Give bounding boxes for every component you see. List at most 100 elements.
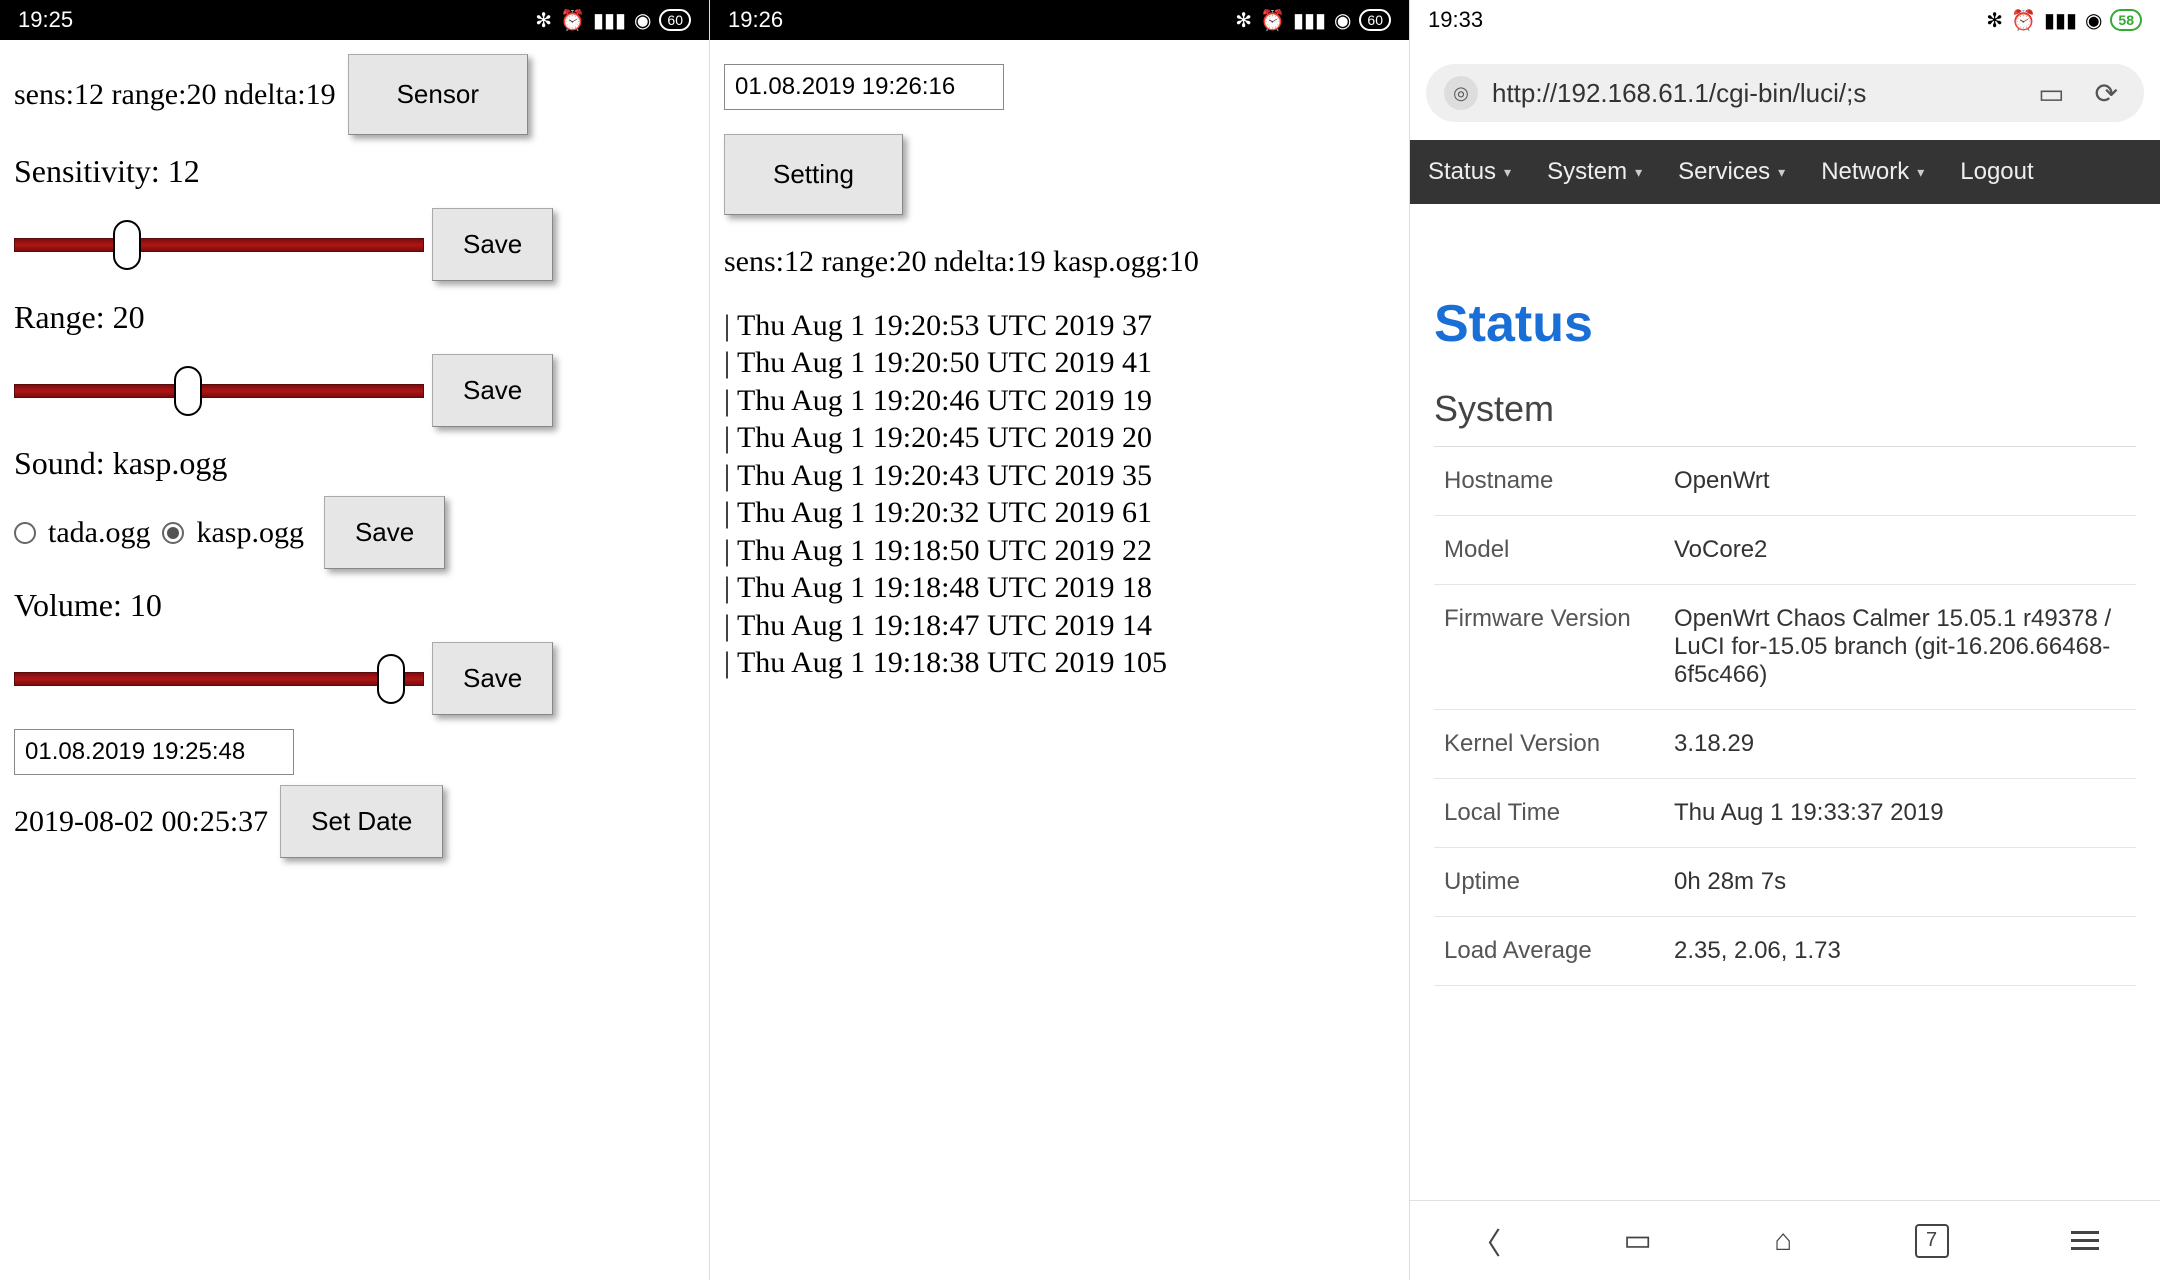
table-value: 3.18.29	[1674, 730, 2126, 758]
set-date-button[interactable]: Set Date	[280, 785, 443, 858]
statusbar-mid: 19:26 ✻ ⏰ ▮▮▮ ◉ 60	[710, 0, 1409, 40]
log-line: | Thu Aug 1 19:18:50 UTC 2019 22	[724, 532, 1395, 570]
radio-kasp[interactable]	[162, 522, 184, 544]
radio-kasp-label: kasp.ogg	[196, 516, 304, 550]
sensor-button[interactable]: Sensor	[348, 54, 528, 135]
clock: 19:26	[728, 7, 783, 33]
page-title: Status	[1434, 294, 2136, 354]
date-input[interactable]	[14, 729, 294, 775]
radio-tada[interactable]	[14, 522, 36, 544]
reload-icon[interactable]: ⟳	[2087, 77, 2126, 110]
section-title: System	[1434, 388, 2136, 430]
system-table: HostnameOpenWrtModelVoCore2Firmware Vers…	[1434, 446, 2136, 986]
volume-slider[interactable]	[14, 659, 424, 699]
setting-button[interactable]: Setting	[724, 134, 903, 215]
range-label: Range: 20	[14, 299, 695, 336]
back-icon[interactable]: 〈	[1471, 1219, 1501, 1263]
table-row: HostnameOpenWrt	[1434, 447, 2136, 516]
table-row: Kernel Version3.18.29	[1434, 710, 2136, 779]
panel-sensor-config: 19:25 ✻ ⏰ ▮▮▮ ◉ 60 sens:12 range:20 ndel…	[0, 0, 710, 1280]
panel-log: 19:26 ✻ ⏰ ▮▮▮ ◉ 60 Setting sens:12 range…	[710, 0, 1410, 1280]
sensitivity-label: Sensitivity: 12	[14, 153, 695, 190]
clock: 19:33	[1428, 7, 1483, 33]
table-value: 0h 28m 7s	[1674, 868, 2126, 896]
table-key: Hostname	[1444, 467, 1674, 495]
wifi-icon: ◉	[2085, 8, 2102, 33]
table-key: Uptime	[1444, 868, 1674, 896]
site-icon: ◎	[1444, 76, 1478, 110]
log-line: | Thu Aug 1 19:18:47 UTC 2019 14	[724, 607, 1395, 645]
nav-status[interactable]: Status▾	[1410, 158, 1529, 186]
signal-icon: ▮▮▮	[2044, 8, 2077, 33]
status-icons: ✻ ⏰ ▮▮▮ ◉ 60	[535, 8, 691, 33]
bookmarks-icon[interactable]: ▭	[1623, 1223, 1651, 1258]
statusbar-left: 19:25 ✻ ⏰ ▮▮▮ ◉ 60	[0, 0, 709, 40]
mid-date-input[interactable]	[724, 64, 1004, 110]
table-value: 2.35, 2.06, 1.73	[1674, 937, 2126, 965]
save-range-button[interactable]: Save	[432, 354, 553, 427]
wifi-icon: ◉	[1334, 8, 1351, 33]
table-value: VoCore2	[1674, 536, 2126, 564]
table-value: Thu Aug 1 19:33:37 2019	[1674, 799, 2126, 827]
chevron-down-icon: ▾	[1917, 164, 1924, 181]
browser-bottom-bar: 〈 ▭ ⌂ 7	[1410, 1200, 2160, 1280]
signal-icon: ▮▮▮	[1293, 8, 1326, 33]
table-value: OpenWrt Chaos Calmer 15.05.1 r49378 / Lu…	[1674, 605, 2126, 689]
home-icon[interactable]: ⌂	[1774, 1224, 1792, 1258]
reader-icon[interactable]: ▭	[2030, 77, 2072, 110]
volume-label: Volume: 10	[14, 587, 695, 624]
nav-system[interactable]: System▾	[1529, 158, 1660, 186]
table-row: Local TimeThu Aug 1 19:33:37 2019	[1434, 779, 2136, 848]
chevron-down-icon: ▾	[1504, 164, 1511, 181]
log-line: | Thu Aug 1 19:20:32 UTC 2019 61	[724, 494, 1395, 532]
log-line: | Thu Aug 1 19:20:43 UTC 2019 35	[724, 457, 1395, 495]
table-key: Kernel Version	[1444, 730, 1674, 758]
sensitivity-slider[interactable]	[14, 225, 424, 265]
table-row: ModelVoCore2	[1434, 516, 2136, 585]
table-value: OpenWrt	[1674, 467, 2126, 495]
table-row: Uptime0h 28m 7s	[1434, 848, 2136, 917]
tabs-button[interactable]: 7	[1915, 1224, 1949, 1258]
log-line: | Thu Aug 1 19:20:50 UTC 2019 41	[724, 344, 1395, 382]
status-icons: ✻ ⏰ ▮▮▮ ◉ 60	[1235, 8, 1391, 33]
mid-summary: sens:12 range:20 ndelta:19 kasp.ogg:10	[724, 243, 1395, 281]
summary-text: sens:12 range:20 ndelta:19	[14, 78, 336, 112]
table-key: Firmware Version	[1444, 605, 1674, 689]
table-row: Load Average2.35, 2.06, 1.73	[1434, 917, 2136, 986]
bluetooth-icon: ✻	[535, 8, 552, 33]
table-key: Local Time	[1444, 799, 1674, 827]
battery-badge: 60	[1359, 9, 1391, 31]
nav-services[interactable]: Services▾	[1660, 158, 1803, 186]
save-sensitivity-button[interactable]: Save	[432, 208, 553, 281]
url-bar[interactable]: ◎ http://192.168.61.1/cgi-bin/luci/;s ▭ …	[1426, 64, 2144, 122]
sound-label: Sound: kasp.ogg	[14, 445, 695, 482]
battery-badge: 58	[2110, 9, 2142, 31]
chevron-down-icon: ▾	[1778, 164, 1785, 181]
menu-icon[interactable]	[2071, 1231, 2099, 1250]
table-row: Firmware VersionOpenWrt Chaos Calmer 15.…	[1434, 585, 2136, 710]
nav-logout[interactable]: Logout	[1942, 158, 2051, 186]
table-key: Load Average	[1444, 937, 1674, 965]
date-display: 2019-08-02 00:25:37	[14, 805, 268, 839]
range-slider[interactable]	[14, 371, 424, 411]
log-line: | Thu Aug 1 19:20:45 UTC 2019 20	[724, 419, 1395, 457]
alarm-icon: ⏰	[1260, 8, 1285, 33]
radio-tada-label: tada.ogg	[48, 516, 150, 550]
bluetooth-icon: ✻	[1235, 8, 1252, 33]
log-line: | Thu Aug 1 19:20:53 UTC 2019 37	[724, 307, 1395, 345]
wifi-icon: ◉	[634, 8, 651, 33]
battery-badge: 60	[659, 9, 691, 31]
luci-navbar: Status▾ System▾ Services▾ Network▾ Logou…	[1410, 140, 2160, 204]
table-key: Model	[1444, 536, 1674, 564]
save-sound-button[interactable]: Save	[324, 496, 445, 569]
status-icons: ✻ ⏰ ▮▮▮ ◉ 58	[1986, 8, 2142, 33]
log-line: | Thu Aug 1 19:18:38 UTC 2019 105	[724, 644, 1395, 682]
nav-network[interactable]: Network▾	[1803, 158, 1942, 186]
bluetooth-icon: ✻	[1986, 8, 2003, 33]
save-volume-button[interactable]: Save	[432, 642, 553, 715]
log-line: | Thu Aug 1 19:20:46 UTC 2019 19	[724, 382, 1395, 420]
alarm-icon: ⏰	[560, 8, 585, 33]
signal-icon: ▮▮▮	[593, 8, 626, 33]
panel-browser: 19:33 ✻ ⏰ ▮▮▮ ◉ 58 ◎ http://192.168.61.1…	[1410, 0, 2160, 1280]
alarm-icon: ⏰	[2011, 8, 2036, 33]
